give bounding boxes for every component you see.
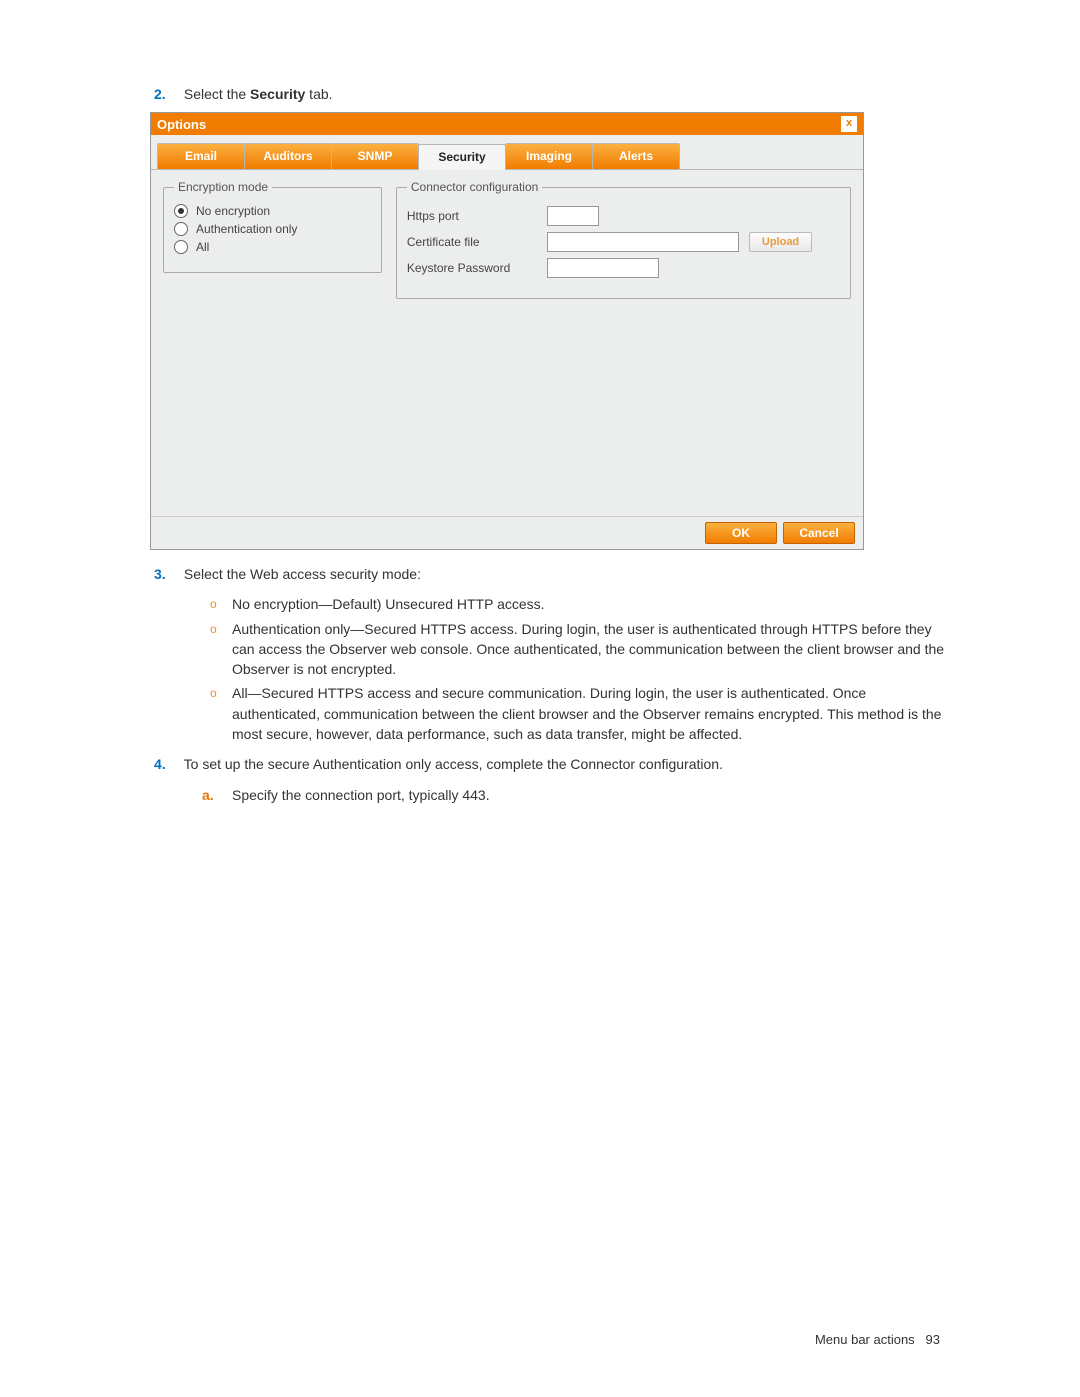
step-2: 2. Select the Security tab.: [154, 86, 950, 102]
radio-auth-only[interactable]: [174, 222, 188, 236]
radio-auth-only-label: Authentication only: [196, 222, 297, 236]
encryption-mode-fieldset: Encryption mode No encryption Authentica…: [163, 180, 382, 273]
bullet-2: Authentication only—Secured HTTPS access…: [232, 619, 950, 680]
options-dialog: Options x Email Auditors SNMP Security I…: [150, 112, 864, 550]
dialog-footer: OK Cancel: [151, 516, 863, 549]
bullet-icon: o: [210, 621, 222, 680]
dialog-title: Options: [157, 117, 206, 132]
connector-config-fieldset: Connector configuration Https port Certi…: [396, 180, 851, 299]
step-4-text: To set up the secure Authentication only…: [184, 756, 723, 772]
tab-imaging[interactable]: Imaging: [505, 143, 593, 169]
cert-file-input[interactable]: [547, 232, 739, 252]
dialog-titlebar: Options x: [151, 113, 863, 135]
bullet-icon: o: [210, 685, 222, 744]
step-3-text: Select the Web access security mode:: [184, 566, 421, 582]
footer-page: 93: [926, 1332, 940, 1347]
bullet-1: No encryption—Default) Unsecured HTTP ac…: [232, 594, 545, 614]
keystore-label: Keystore Password: [407, 261, 537, 275]
close-icon[interactable]: x: [841, 116, 857, 132]
step-2-text-suffix: tab.: [305, 86, 332, 102]
connector-legend: Connector configuration: [407, 180, 542, 194]
step-4a-text: Specify the connection port, typically 4…: [232, 785, 490, 805]
step-2-bold: Security: [250, 86, 305, 102]
dialog-body: Encryption mode No encryption Authentica…: [151, 170, 863, 516]
radio-no-encryption-row[interactable]: No encryption: [174, 204, 371, 218]
tab-strip: Email Auditors SNMP Security Imaging Ale…: [151, 135, 863, 170]
cert-file-label: Certificate file: [407, 235, 537, 249]
footer-section: Menu bar actions: [815, 1332, 915, 1347]
https-port-input[interactable]: [547, 206, 599, 226]
keystore-input[interactable]: [547, 258, 659, 278]
step-4a-letter: a.: [202, 785, 222, 805]
step-3: 3. Select the Web access security mode:: [154, 564, 950, 584]
tab-alerts[interactable]: Alerts: [592, 143, 680, 169]
radio-auth-only-row[interactable]: Authentication only: [174, 222, 371, 236]
encryption-legend: Encryption mode: [174, 180, 272, 194]
step-4: 4. To set up the secure Authentication o…: [154, 754, 950, 774]
tab-email[interactable]: Email: [157, 143, 245, 169]
cancel-button[interactable]: Cancel: [783, 522, 855, 544]
step-4a: a. Specify the connection port, typicall…: [202, 785, 950, 805]
https-port-label: Https port: [407, 209, 537, 223]
step-3-number: 3.: [154, 564, 180, 584]
upload-button[interactable]: Upload: [749, 232, 812, 252]
radio-all-row[interactable]: All: [174, 240, 371, 254]
radio-all-label: All: [196, 240, 209, 254]
radio-no-encryption-label: No encryption: [196, 204, 270, 218]
tab-security[interactable]: Security: [418, 144, 506, 170]
tab-auditors[interactable]: Auditors: [244, 143, 332, 169]
tab-snmp[interactable]: SNMP: [331, 143, 419, 169]
bullet-icon: o: [210, 596, 222, 614]
bullet-3: All—Secured HTTPS access and secure comm…: [232, 683, 950, 744]
page-footer: Menu bar actions 93: [815, 1332, 940, 1347]
step-2-text-prefix: Select the: [184, 86, 250, 102]
step-4-number: 4.: [154, 754, 180, 774]
radio-no-encryption[interactable]: [174, 204, 188, 218]
step-3-bullets: o No encryption—Default) Unsecured HTTP a…: [210, 594, 950, 744]
ok-button[interactable]: OK: [705, 522, 777, 544]
radio-all[interactable]: [174, 240, 188, 254]
step-2-number: 2.: [154, 86, 180, 102]
